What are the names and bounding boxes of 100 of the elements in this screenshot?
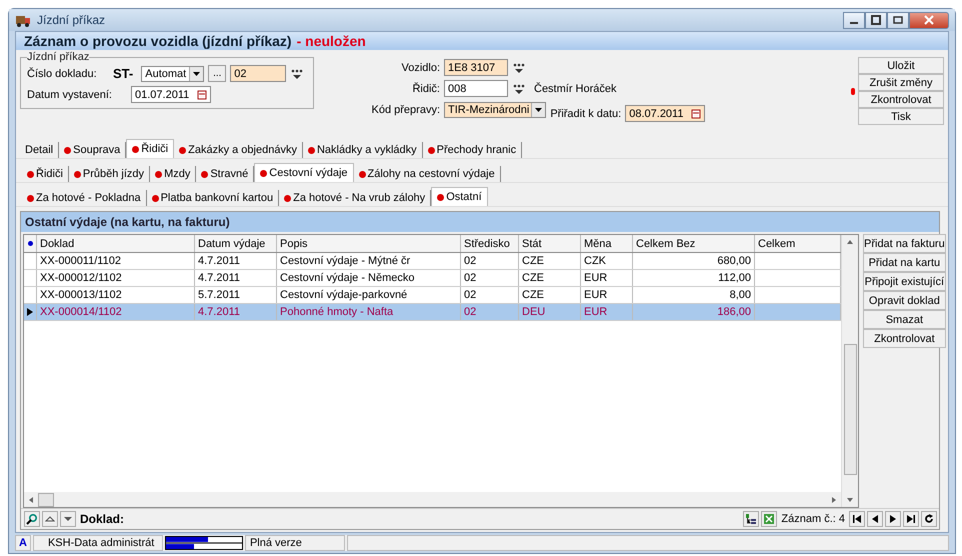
column-header[interactable]: Měna xyxy=(581,235,633,252)
lookup-icon[interactable] xyxy=(290,66,304,80)
up-arrow-icon xyxy=(45,515,55,523)
next-record-button[interactable] xyxy=(885,511,901,527)
tab[interactable]: Mzdy xyxy=(150,166,196,182)
tab[interactable]: Cestovní výdaje xyxy=(254,163,354,182)
refresh-button[interactable] xyxy=(921,511,937,527)
grid-action-button[interactable]: Připojit existující xyxy=(863,272,946,291)
minimize-button[interactable] xyxy=(843,12,865,28)
calendar-icon[interactable] xyxy=(691,108,702,118)
lookup-icon[interactable] xyxy=(512,82,526,96)
tab[interactable]: Přechody hranic xyxy=(422,142,522,158)
tab[interactable]: Detail xyxy=(20,142,60,158)
prefix-label: ST- xyxy=(113,66,134,81)
table-cell: XX-000011/1102 xyxy=(40,255,121,267)
assign-date-field[interactable]: 08.07.2011 xyxy=(625,105,706,122)
group-title: Jízdní příkaz xyxy=(27,51,90,63)
tab[interactable]: Zálohy na cestovní výdaje xyxy=(354,166,501,182)
column-marker-icon xyxy=(28,241,32,246)
scroll-right-icon[interactable] xyxy=(832,496,836,502)
scrollbar-thumb[interactable] xyxy=(844,344,856,475)
record-title: Záznam o provozu vozidla (jízdní příkaz) xyxy=(24,33,292,49)
field-label: Datum vystavení: xyxy=(27,88,113,100)
column-header[interactable]: Středisko xyxy=(461,235,519,252)
save-status: - neuložen xyxy=(296,33,366,49)
scroll-down-icon[interactable] xyxy=(847,498,853,502)
tab[interactable]: Řidiči xyxy=(22,166,69,182)
action-button[interactable]: Tisk xyxy=(858,108,944,125)
column-header[interactable]: Popis xyxy=(277,235,461,252)
action-button[interactable]: Uložit xyxy=(858,57,944,74)
previous-icon xyxy=(870,515,880,523)
vertical-scrollbar[interactable] xyxy=(841,235,858,507)
next-icon xyxy=(888,515,898,523)
table-row[interactable]: XX-000011/1102 4.7.2011 Cestovní výdaje - Mýtné čr 02 CZE CZK 680,00 xyxy=(24,253,841,270)
table-cell: EUR xyxy=(584,289,608,301)
column-header[interactable]: Celkem Bez xyxy=(633,235,755,252)
action-button[interactable]: Zkontrolovat xyxy=(858,91,944,108)
grid-action-button[interactable]: Smazat xyxy=(863,310,946,329)
table-cell: CZE xyxy=(522,289,544,301)
table-row[interactable]: XX-000012/1102 4.7.2011 Cestovní výdaje - Německo 02 CZE EUR 112,00 xyxy=(24,270,841,287)
column-header[interactable]: Doklad xyxy=(37,235,195,252)
table-cell: CZE xyxy=(522,272,544,284)
date-field[interactable]: 01.07.2011 xyxy=(131,86,211,103)
previous-record-button[interactable] xyxy=(867,511,883,527)
field-label: Kód přepravy: xyxy=(370,104,440,116)
refresh-icon xyxy=(924,514,934,524)
grid-action-button[interactable]: Přidat na fakturu xyxy=(863,234,946,253)
vehicle-field[interactable]: 1E8 3107 xyxy=(444,59,508,76)
table-cell: Cestovní výdaje - Mýtné čr xyxy=(280,255,410,267)
grid-action-button[interactable]: Přidat na kartu xyxy=(863,253,946,272)
column-header[interactable]: Datum výdaje xyxy=(195,235,277,252)
calendar-icon[interactable] xyxy=(197,90,207,100)
tab[interactable]: Ostatní xyxy=(431,187,488,206)
table-cell: EUR xyxy=(584,272,608,284)
scroll-left-icon[interactable] xyxy=(29,496,33,502)
transport-dropdown[interactable]: TIR-Mezinárodni xyxy=(444,102,546,118)
search-button[interactable] xyxy=(24,511,40,527)
last-icon xyxy=(906,515,916,523)
column-header[interactable]: Stát xyxy=(519,235,581,252)
last-record-button[interactable] xyxy=(903,511,919,527)
action-button[interactable]: Zrušit změny xyxy=(858,74,944,91)
first-record-button[interactable] xyxy=(849,511,865,527)
table-row[interactable]: XX-000014/1102 4.7.2011 Pohonné hmoty - Nafta 02 DEU EUR 186,00 xyxy=(24,304,841,321)
window-title: Jízdní příkaz xyxy=(37,13,106,27)
table-cell: CZE xyxy=(522,255,544,267)
table-cell: Pohonné hmoty - Nafta xyxy=(280,306,394,318)
tab[interactable]: Průběh jízdy xyxy=(68,166,150,182)
user-name: KSH-Data administrát xyxy=(32,535,163,551)
number-field[interactable]: 02 xyxy=(230,65,286,82)
table-cell: EUR xyxy=(584,306,608,318)
tab[interactable]: Zakázky a objednávky xyxy=(174,142,303,158)
scroll-up-icon[interactable] xyxy=(847,240,853,244)
spreadsheet-icon xyxy=(763,513,776,525)
square-icon xyxy=(871,15,881,25)
table-cell: 02 xyxy=(464,272,476,284)
tab[interactable]: Nakládky a vykládky xyxy=(302,142,423,158)
sort-down-button[interactable] xyxy=(60,511,76,527)
tab[interactable]: Platba bankovní kartou xyxy=(146,190,280,206)
maximize-icon xyxy=(893,15,903,25)
driver-field[interactable]: 008 xyxy=(444,80,508,97)
table-cell: 186,00 xyxy=(717,306,751,318)
tree-icon xyxy=(745,513,758,525)
tab[interactable]: Řidiči xyxy=(126,139,174,158)
horizontal-scrollbar[interactable] xyxy=(24,492,841,507)
grid-action-button[interactable]: Zkontrolovat xyxy=(863,329,946,348)
restore-button[interactable] xyxy=(865,12,887,28)
row-pointer-icon xyxy=(27,308,33,316)
tree-button[interactable] xyxy=(743,511,760,527)
spreadsheet-export-button[interactable] xyxy=(761,511,778,527)
table-cell: DEU xyxy=(522,306,546,318)
lookup-icon[interactable] xyxy=(512,60,526,74)
maximize-button[interactable] xyxy=(887,12,909,28)
grid-action-button[interactable]: Opravit doklad xyxy=(863,291,946,310)
tab[interactable]: Za hotové - Pokladna xyxy=(22,190,147,206)
series-dropdown[interactable]: Automat xyxy=(141,66,204,82)
browse-button[interactable]: ... xyxy=(208,65,226,82)
scrollbar-thumb[interactable] xyxy=(38,492,54,506)
sort-up-button[interactable] xyxy=(42,511,58,527)
table-cell: 4.7.2011 xyxy=(198,272,240,284)
close-button[interactable] xyxy=(909,12,949,28)
